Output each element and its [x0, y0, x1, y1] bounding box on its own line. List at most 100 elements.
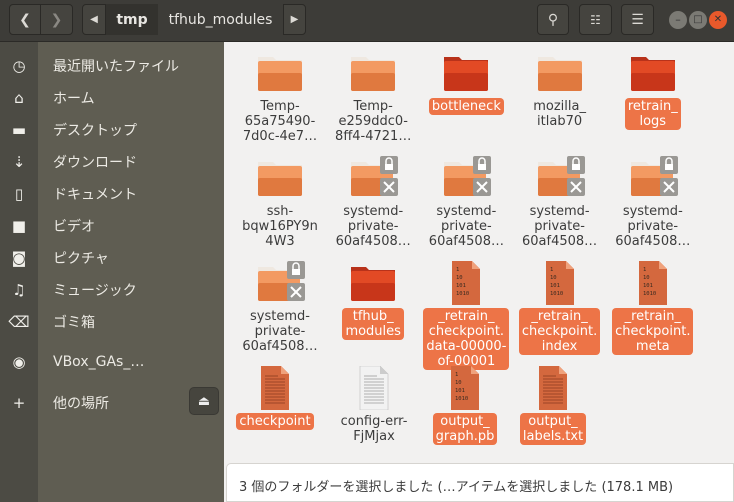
status-bar: 3 個のフォルダーを選択しました (…アイテムを選択しました (178.1 MB…: [226, 463, 734, 502]
svg-text:1: 1: [456, 267, 459, 273]
maximize-button[interactable]: □: [689, 11, 707, 29]
folder-icon: [327, 261, 419, 305]
sidebar-item-7[interactable]: ♫ ミュージック: [0, 274, 224, 306]
sidebar-item-label: ゴミ箱: [53, 315, 95, 331]
sidebar-item-label: 他の場所: [53, 396, 109, 412]
path-tmp[interactable]: tmp: [106, 4, 158, 35]
file-item[interactable]: 1 10 101 1010 output_ graph.pb: [419, 366, 511, 445]
sidebar-item-2[interactable]: ▬ デスクトップ: [0, 114, 224, 146]
file-name: mozilla_ itlab70: [533, 99, 586, 129]
svg-text:10: 10: [550, 275, 557, 281]
svg-text:1010: 1010: [455, 396, 468, 402]
sidebar-item-label: デスクトップ: [53, 123, 137, 139]
file-item[interactable]: systemd- private- 60af4508…: [514, 156, 606, 250]
search-button[interactable]: ⚲: [537, 4, 569, 35]
file-item[interactable]: Temp- e259ddc0- 8ff4-4721…: [327, 51, 419, 145]
forward-button[interactable]: ❯: [40, 4, 73, 35]
plus-icon: +: [12, 394, 26, 412]
file-name: ssh- bqw16PY9n 4W3: [242, 204, 318, 249]
file-item[interactable]: systemd- private- 60af4508…: [234, 261, 326, 355]
binary-file-icon: 1 10 101 1010: [420, 261, 512, 305]
close-button[interactable]: ✕: [709, 11, 727, 29]
folder-icon: [607, 51, 699, 95]
clock-icon: ◷: [12, 57, 26, 75]
file-item[interactable]: checkpoint: [229, 366, 321, 430]
svg-text:101: 101: [455, 388, 465, 394]
path-left-arrow[interactable]: ◀: [82, 4, 106, 35]
minimize-button[interactable]: –: [669, 11, 687, 29]
menu-button[interactable]: ☰: [621, 4, 654, 35]
folder-icon: [327, 51, 419, 95]
svg-text:10: 10: [455, 380, 462, 386]
file-item[interactable]: 1 10 101 1010 _retrain_ checkpoint. index: [514, 261, 606, 355]
svg-text:101: 101: [456, 283, 466, 289]
file-name: systemd- private- 60af4508…: [335, 204, 411, 249]
view-toggle-button[interactable]: ☷: [579, 4, 612, 35]
sidebar-item-label: ミュージック: [53, 283, 137, 299]
file-item[interactable]: config-err- FjMjax: [328, 366, 420, 445]
path-right-arrow[interactable]: ▶: [283, 4, 306, 35]
file-item[interactable]: tfhub_ modules: [327, 261, 419, 340]
back-button[interactable]: ❮: [9, 4, 41, 35]
locked-folder-icon: [607, 156, 699, 200]
file-item[interactable]: systemd- private- 60af4508…: [420, 156, 512, 250]
eject-button[interactable]: ⏏: [189, 387, 219, 415]
eject-icon: ⏏: [197, 393, 211, 409]
sidebar-item-label: ドキュメント: [53, 187, 137, 203]
file-name: config-err- FjMjax: [340, 414, 408, 444]
svg-text:1: 1: [643, 267, 646, 273]
document-icon: ▯: [14, 185, 24, 203]
file-name: checkpoint: [236, 413, 314, 430]
sidebar-item-0[interactable]: ◷ 最近開いたファイル: [0, 50, 224, 82]
locked-folder-icon: [234, 261, 326, 305]
sidebar-item-5[interactable]: ■ ビデオ: [0, 210, 224, 242]
music-icon: ♫: [12, 281, 26, 299]
folder-icon: [234, 51, 326, 95]
file-item[interactable]: ssh- bqw16PY9n 4W3: [234, 156, 326, 250]
file-item[interactable]: mozilla_ itlab70: [514, 51, 606, 130]
folder-icon: ▬: [11, 121, 27, 139]
file-name: _retrain_ checkpoint. meta: [612, 308, 694, 355]
trash-icon: ⌫: [8, 313, 30, 331]
sidebar: ◷ 最近開いたファイル ⌂ ホーム ▬ デスクトップ ⇣ ダウンロード ▯ ドキュメント ■ ビデオ ◙…: [0, 42, 224, 502]
binary-file-icon: 1 10 101 1010: [514, 261, 606, 305]
search-icon: ⚲: [547, 11, 559, 28]
file-name: systemd- private- 60af4508…: [428, 204, 504, 249]
sidebar-item-9[interactable]: ◉ VBox_GAs_…: [0, 346, 224, 378]
folder-icon: [514, 51, 606, 95]
file-name: systemd- private- 60af4508…: [615, 204, 691, 249]
path-tfhub-modules[interactable]: tfhub_modules: [158, 4, 283, 35]
file-name: retrain_ logs: [624, 98, 681, 130]
sidebar-item-label: 最近開いたファイル: [53, 59, 179, 75]
sidebar-item-4[interactable]: ▯ ドキュメント: [0, 178, 224, 210]
sidebar-item-label: VBox_GAs_…: [53, 354, 145, 370]
video-icon: ■: [11, 217, 27, 235]
file-name: bottleneck: [428, 98, 504, 115]
sidebar-item-1[interactable]: ⌂ ホーム: [0, 82, 224, 114]
svg-text:101: 101: [550, 283, 560, 289]
sidebar-item-3[interactable]: ⇣ ダウンロード: [0, 146, 224, 178]
file-item[interactable]: 1 10 101 1010 _retrain_ checkpoint. data-000…: [420, 261, 512, 370]
file-item[interactable]: Temp- 65a75490- 7d0c-4e7…: [234, 51, 326, 145]
sidebar-item-6[interactable]: ◙ ピクチャ: [0, 242, 224, 274]
file-item[interactable]: systemd- private- 60af4508…: [607, 156, 699, 250]
list-view-icon: ☷: [590, 12, 601, 27]
binary-file-icon: 1 10 101 1010: [419, 366, 511, 410]
locked-folder-icon: [327, 156, 419, 200]
sidebar-item-label: ビデオ: [53, 219, 95, 235]
svg-text:1: 1: [455, 372, 458, 378]
svg-text:1010: 1010: [643, 291, 656, 297]
file-item[interactable]: bottleneck: [420, 51, 512, 115]
text-file-icon: [328, 366, 420, 410]
file-name: tfhub_ modules: [342, 308, 404, 340]
camera-icon: ◙: [11, 249, 27, 267]
sidebar-item-8[interactable]: ⌫ ゴミ箱: [0, 306, 224, 338]
svg-text:1010: 1010: [456, 291, 469, 297]
file-item[interactable]: output_ labels.txt: [507, 366, 599, 445]
text-file-icon: [229, 366, 321, 410]
folder-icon: [420, 51, 512, 95]
file-item[interactable]: retrain_ logs: [607, 51, 699, 130]
file-item[interactable]: 1 10 101 1010 _retrain_ checkpoint. meta: [607, 261, 699, 355]
file-item[interactable]: systemd- private- 60af4508…: [327, 156, 419, 250]
text-file-icon: [507, 366, 599, 410]
